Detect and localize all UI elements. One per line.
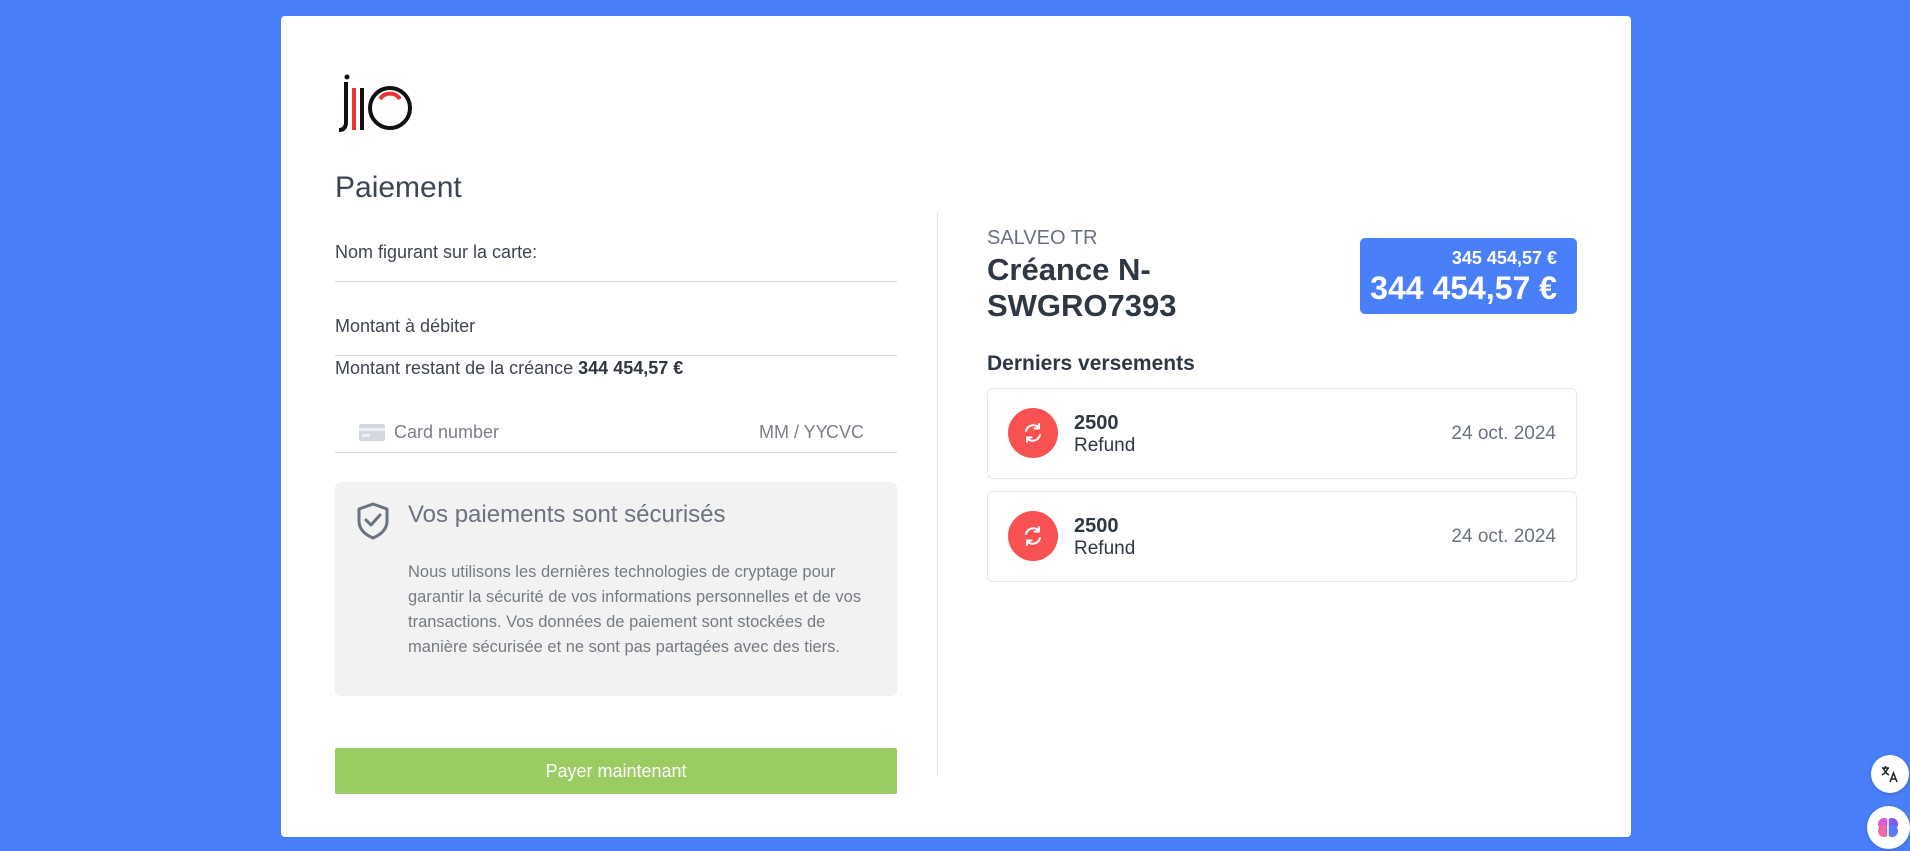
remaining-amount: Montant restant de la créance 344 454,57… [335,358,683,379]
refund-icon [1008,511,1058,561]
brain-icon [1878,818,1898,837]
payment-item: 2500 Refund 24 oct. 2024 [987,491,1577,582]
expiry-placeholder: MM / YY [759,422,828,442]
security-title: Vos paiements sont sécurisés [408,501,726,528]
jio-logo [338,74,412,132]
amount-badge: 345 454,57 € 344 454,57 € [1360,238,1577,314]
remaining-label: Montant restant de la créance [335,358,574,378]
amount-field[interactable]: Montant à débiter [335,304,897,356]
payment-item: 2500 Refund 24 oct. 2024 [987,388,1577,479]
credit-card-icon [359,424,385,441]
pay-now-button[interactable]: Payer maintenant [335,748,897,794]
assistant-extension-button[interactable] [1867,806,1910,849]
debt-title: Créance N-SWGRO7393 [987,252,1177,323]
page-title: Paiement [335,171,462,204]
security-text: Nous utilisons les dernières technologie… [408,563,862,656]
cvc-placeholder: CVC [826,422,865,442]
remaining-value: 344 454,57 € [578,358,684,378]
creditor-name: SALVEO TR [987,227,1098,249]
payment-date: 24 oct. 2024 [1451,423,1556,444]
cardholder-name-label: Nom figurant sur la carte: [335,242,538,262]
refund-icon [1008,408,1058,458]
payment-card: Paiement Nom figurant sur la carte: Mont… [281,16,1631,837]
translate-extension-button[interactable] [1871,755,1909,793]
card-number-input[interactable]: Card number MM / YY CVC [335,410,897,453]
payment-amount: 2500 [1074,515,1119,537]
shield-check-icon [357,502,389,540]
payment-amount: 2500 [1074,412,1119,434]
amount-label: Montant à débiter [335,316,476,336]
card-number-placeholder: Card number [394,422,500,442]
payment-type: Refund [1074,435,1136,456]
payments-list: 2500 Refund 24 oct. 2024 2500 Refund 24 … [987,388,1577,594]
payments-heading: Derniers versements [987,352,1195,375]
current-amount: 344 454,57 € [1370,270,1557,306]
payment-type: Refund [1074,538,1136,559]
payment-date: 24 oct. 2024 [1451,526,1556,547]
security-notice: Vos paiements sont sécurisés Nous utilis… [335,482,897,696]
original-amount: 345 454,57 € [1451,248,1557,268]
translate-icon [1881,766,1898,783]
cardholder-name-field[interactable]: Nom figurant sur la carte: [335,230,897,282]
column-divider [937,212,938,776]
